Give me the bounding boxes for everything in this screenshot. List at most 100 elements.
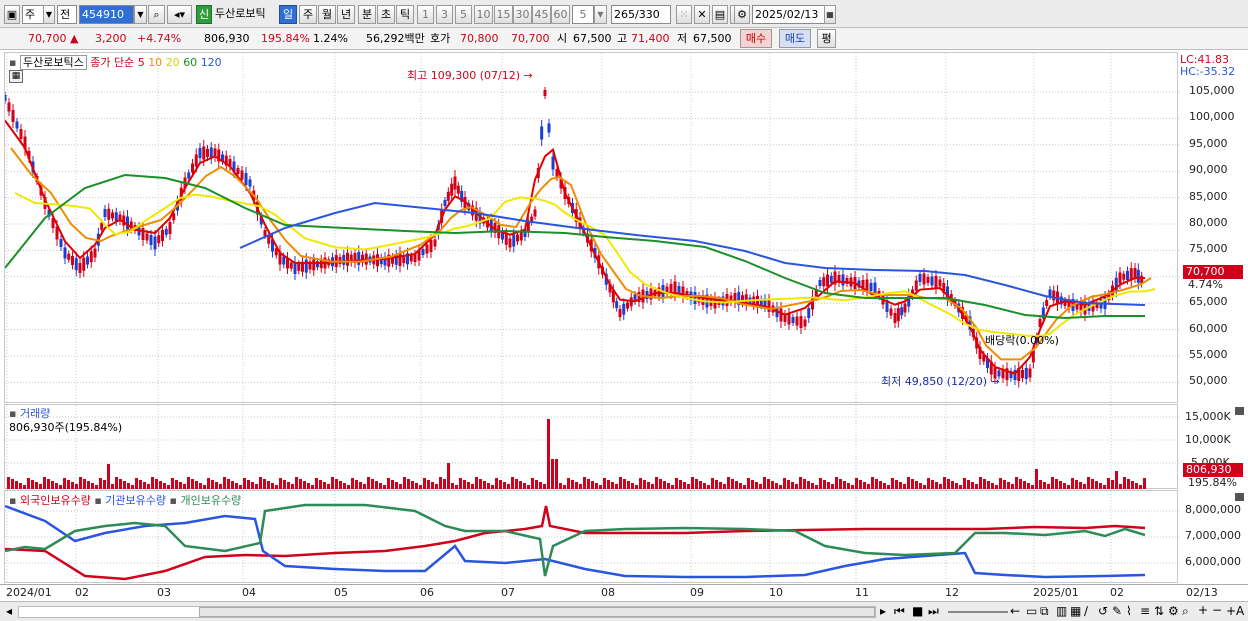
font-size-icon[interactable]: A <box>1236 604 1244 618</box>
speaker-icon[interactable]: ◂▾ <box>167 5 192 24</box>
stop-icon[interactable]: ■ <box>912 604 923 618</box>
volume-bar <box>1067 485 1070 489</box>
holdings-axis: 8,000,000 7,000,000 6,000,000 <box>1179 490 1248 583</box>
volume-bar <box>899 482 902 489</box>
date-input[interactable]: 2025/02/13 <box>752 5 835 24</box>
fast-forward-icon[interactable]: ⏭ <box>928 604 939 619</box>
candle-body <box>82 257 86 271</box>
volume-bar <box>563 485 566 489</box>
draw-line-icon[interactable]: ∕ <box>1084 604 1088 618</box>
volume-bar <box>231 481 234 489</box>
rewind-icon[interactable]: ⏮ <box>894 604 905 619</box>
eval-label: 평 <box>821 32 832 45</box>
interval-3-button[interactable]: 3 <box>436 5 453 24</box>
period-day-button[interactable]: 일 <box>279 5 297 24</box>
volume-bar <box>947 479 950 489</box>
chart-up-icon[interactable]: ⌇ <box>1126 604 1132 618</box>
save-icon[interactable]: ▤ <box>712 5 728 24</box>
zoom-out-icon[interactable]: − <box>1212 603 1222 617</box>
legend-stock-name[interactable]: 두산로보틱스 <box>19 55 87 70</box>
gear-icon[interactable]: ⚙ <box>734 5 750 24</box>
volume-bar <box>347 485 350 489</box>
scope-select[interactable]: 전 <box>57 5 77 24</box>
volume-bar <box>459 478 462 489</box>
volume-bar <box>931 480 934 489</box>
interval-input[interactable]: 5 <box>572 5 594 24</box>
interval-dropdown-icon[interactable]: ▼ <box>594 5 607 24</box>
candle-body <box>841 274 845 286</box>
crosshair-icon[interactable]: ✕ <box>694 5 710 24</box>
volume-chart-canvas[interactable] <box>5 405 1179 490</box>
price-tag-pct: 4.74% <box>1188 278 1223 291</box>
candle-body <box>1028 368 1032 378</box>
count-field[interactable]: 265/330 <box>611 5 671 24</box>
interval-10-label: 10 <box>476 8 491 21</box>
period-week-button[interactable]: 주 <box>299 5 317 24</box>
turnover-rate: 1.24% <box>313 32 348 45</box>
search-icon[interactable]: ⌕ <box>1182 604 1189 619</box>
rotate-icon[interactable]: ↺ <box>1098 604 1108 618</box>
holdings-maximize-icon[interactable] <box>1235 493 1244 501</box>
window-double-icon[interactable]: ⧉ <box>1040 604 1049 619</box>
calculator-icon[interactable]: ▦ <box>9 70 23 83</box>
interval-30-button[interactable]: 30 <box>513 5 532 24</box>
chart-bar-icon[interactable]: ▥ <box>1056 604 1067 618</box>
volume-bar <box>883 483 886 489</box>
search-icon[interactable]: ⌕ <box>148 5 165 24</box>
calendar-icon[interactable]: ▦ <box>824 5 836 24</box>
zoom-plus-icon[interactable]: + <box>1226 604 1236 618</box>
interval-45-button[interactable]: 45 <box>532 5 551 24</box>
buy-button[interactable]: 매수 <box>740 29 772 48</box>
window-small-icon[interactable]: ▭ <box>1026 604 1037 618</box>
holdings-chart-panel[interactable]: ▪ 외국인보유수량 ▪ 기관보유수량 ▪ 개인보유수량 <box>4 490 1179 584</box>
price-chart-panel[interactable]: ▪ 두산로보틱스 종가 단순 5 10 20 60 120 ▦ 최고 109,3… <box>4 52 1179 404</box>
scrollbar-thumb[interactable] <box>199 607 875 617</box>
volume-chart-panel[interactable]: ▪ 거래량 806,930주(195.84%) <box>4 404 1179 490</box>
code-dropdown-icon[interactable]: ▼ <box>134 5 147 24</box>
compare-icon[interactable]: ⇅ <box>1154 604 1164 618</box>
period-minute-button[interactable]: 분 <box>358 5 376 24</box>
volume-bar <box>251 482 254 489</box>
x-end-label: 02/13 <box>1186 586 1218 599</box>
price-chart-canvas[interactable] <box>5 53 1179 404</box>
eval-button[interactable]: 평 <box>817 29 836 48</box>
window-icon[interactable]: ▣ <box>4 5 20 24</box>
volume-bar <box>603 478 606 489</box>
candle-body <box>244 173 248 185</box>
arrow-left-icon[interactable]: ← <box>1010 604 1020 618</box>
candle-body <box>618 309 622 317</box>
period-tick-button[interactable]: 틱 <box>396 5 414 24</box>
volume-bar <box>503 482 506 489</box>
volume-bar <box>147 484 150 489</box>
volume-maximize-icon[interactable] <box>1235 407 1244 415</box>
stack-icon[interactable]: ≡ <box>1140 604 1150 618</box>
volume-bar <box>907 477 910 489</box>
horizontal-scrollbar[interactable] <box>18 606 876 618</box>
candle-body <box>346 252 349 266</box>
stock-code-input[interactable]: 454910 <box>79 5 134 24</box>
settings-icon[interactable]: ⚙ <box>1168 604 1179 618</box>
scroll-left-icon[interactable]: ◂ <box>6 604 12 618</box>
interval-5-button[interactable]: 5 <box>455 5 472 24</box>
zoom-icon[interactable]: ⁙ <box>676 5 692 24</box>
market-type-label: 주 <box>25 8 36 21</box>
volume-bar <box>439 477 442 489</box>
period-year-button[interactable]: 년 <box>337 5 355 24</box>
legend-ma20: 20 <box>165 56 180 69</box>
zoom-slider[interactable] <box>948 611 1008 613</box>
volume-bar <box>267 481 270 489</box>
sell-button[interactable]: 매도 <box>779 29 811 48</box>
market-dropdown-icon[interactable]: ▼ <box>43 5 55 24</box>
interval-10-button[interactable]: 10 <box>474 5 493 24</box>
volume-bar <box>367 477 370 489</box>
zoom-in-icon[interactable]: + <box>1198 603 1208 617</box>
scroll-right-icon[interactable]: ▸ <box>880 604 886 618</box>
period-second-button[interactable]: 초 <box>377 5 395 24</box>
grid-icon[interactable]: ▦ <box>1070 604 1081 618</box>
interval-60-button[interactable]: 60 <box>551 5 570 24</box>
interval-15-button[interactable]: 15 <box>494 5 513 24</box>
x-tick: 11 <box>855 586 869 599</box>
period-month-button[interactable]: 월 <box>318 5 336 24</box>
interval-1-button[interactable]: 1 <box>417 5 434 24</box>
edit-icon[interactable]: ✎ <box>1112 604 1122 618</box>
